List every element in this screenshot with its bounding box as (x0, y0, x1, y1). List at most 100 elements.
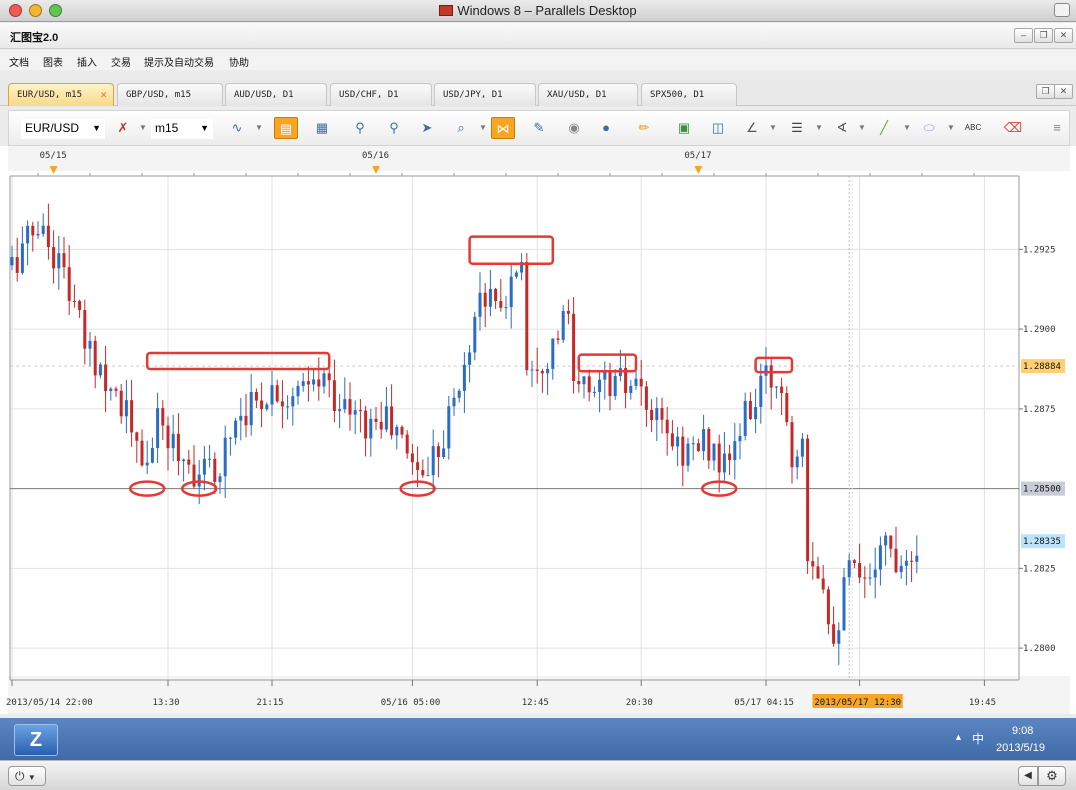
timeframe-select[interactable]: m15 ▼ (151, 119, 213, 139)
menu-help[interactable]: 协助 (229, 54, 249, 69)
candle-body (525, 261, 529, 371)
ellipse-icon[interactable]: ⬭ (917, 117, 941, 139)
bar-chart-icon[interactable]: ▤ (274, 117, 298, 139)
menu-document[interactable]: 文档 (9, 54, 29, 69)
magnifier-icon[interactable]: ⌕ (449, 117, 473, 139)
crosshair-icon[interactable]: ⋈ (491, 117, 515, 139)
tab-label: AUD/USD, D1 (234, 90, 294, 100)
date-label: 05/15 (40, 151, 67, 161)
candle-body (213, 458, 217, 483)
app-restore-button[interactable]: ❐ (1034, 28, 1053, 43)
chevron-down-icon[interactable]: ▼ (947, 123, 955, 132)
tray-expand-icon[interactable]: ▲ (954, 732, 963, 742)
candle-body (650, 409, 654, 421)
power-button[interactable]: ⏻ ▼ (8, 766, 46, 786)
power-icon: ⏻ (15, 769, 25, 783)
clock-date[interactable]: 2013/5/19 (996, 742, 1045, 754)
image-icon[interactable]: ▣ (672, 117, 696, 139)
app-title: 汇图宝2.0 (10, 32, 59, 44)
settings-button[interactable]: ⚙ (1038, 766, 1066, 786)
tab-audusd[interactable]: AUD/USD, D1 (225, 83, 327, 106)
ime-indicator[interactable]: 中 (972, 730, 984, 747)
candle-body (400, 426, 404, 435)
chevron-down-icon[interactable]: ▼ (139, 123, 147, 132)
eye-icon[interactable]: ◉ (562, 117, 586, 139)
text-icon[interactable]: ABC (961, 117, 985, 139)
candle-body (10, 257, 14, 266)
tab-usdchf[interactable]: USD/CHF, D1 (330, 83, 432, 106)
time-axis-strip (8, 676, 1070, 714)
tabs-restore-button[interactable]: ❐ (1036, 84, 1055, 99)
candle-body (717, 443, 721, 473)
chevron-down-icon[interactable]: ▼ (858, 123, 866, 132)
screenshot-icon[interactable]: ◫ (706, 117, 730, 139)
tab-usdjpy[interactable]: USD/JPY, D1 (434, 83, 536, 106)
line-chart-icon[interactable]: ∿ (225, 117, 249, 139)
candle-body (31, 225, 35, 236)
tab-eurusd[interactable]: EUR/USD, m15 ✕ (8, 83, 114, 106)
eraser-icon[interactable]: ⌫ (1001, 117, 1025, 139)
candle-body (447, 406, 451, 449)
chevron-down-icon[interactable]: ▼ (255, 123, 263, 132)
link-icon[interactable]: ✗ (111, 117, 135, 139)
price-chart[interactable]: 05/15 05/16 05/17 1.2925 1.2900 1.2875 1.2825… (0, 146, 1076, 714)
candle-body (161, 408, 165, 426)
candle-body (270, 385, 274, 405)
candle-body (603, 371, 607, 380)
candle-body (275, 385, 279, 402)
symbol-select[interactable]: EUR/USD ▼ (21, 119, 105, 139)
candle-body (452, 397, 456, 407)
tabs-close-button[interactable]: ✕ (1054, 84, 1073, 99)
candle-body (535, 369, 539, 371)
candle-body (504, 307, 508, 309)
indicator-icon[interactable]: ∠ (740, 117, 764, 139)
edit-icon[interactable]: ✎ (527, 117, 551, 139)
pencil-icon[interactable]: ╱ (872, 117, 896, 139)
ruler-icon[interactable]: ✏ (632, 117, 656, 139)
globe-icon[interactable]: ● (594, 117, 618, 139)
zoom-in-icon[interactable]: ⚲ (348, 117, 372, 139)
more-icon[interactable]: ≡ (1045, 117, 1069, 139)
app-close-button[interactable]: ✕ (1054, 28, 1073, 43)
candle-body (176, 433, 180, 462)
cursor-icon[interactable]: ➤ (415, 117, 439, 139)
fullscreen-button[interactable] (1054, 3, 1070, 17)
candle-body (442, 448, 446, 458)
candle-body (884, 535, 888, 546)
candle-body (140, 440, 144, 466)
candle-body (150, 448, 154, 463)
chevron-down-icon[interactable]: ▼ (479, 123, 487, 132)
chevron-down-icon[interactable]: ▼ (769, 123, 777, 132)
fan-icon[interactable]: ∢ (830, 117, 854, 139)
menu-insert[interactable]: 插入 (77, 54, 97, 69)
tab-spx500[interactable]: SPX500, D1 (641, 83, 737, 106)
chevron-down-icon[interactable]: ▼ (903, 123, 911, 132)
candle-body (696, 443, 700, 452)
tab-gbpusd[interactable]: GBP/USD, m15 (117, 83, 223, 106)
app-launcher-button[interactable]: Z (14, 724, 58, 756)
candle-body (208, 458, 212, 460)
app-minimize-button[interactable]: – (1014, 28, 1033, 43)
candle-body (416, 462, 420, 471)
candle-body (234, 420, 238, 438)
chart-toolbar: EUR/USD ▼ ✗ ▼ m15 ▼ ∿ ▼ ▤ ▦ ⚲ ⚲ ➤ ⌕ ▼ ⋈ ✎ … (8, 110, 1070, 146)
menu-alerts[interactable]: 提示及自动交易 (144, 54, 214, 69)
back-button[interactable]: ◀ (1018, 766, 1038, 786)
zoom-out-icon[interactable]: ⚲ (382, 117, 406, 139)
time-tick-label: 05/17 04:15 (734, 698, 794, 708)
menu-chart[interactable]: 图表 (43, 54, 63, 69)
candle-body (639, 378, 643, 387)
lines-icon[interactable]: ☰ (785, 117, 809, 139)
candle-chart-icon[interactable]: ▦ (310, 117, 334, 139)
tab-close-icon[interactable]: ✕ (100, 88, 107, 101)
candle-body (379, 421, 383, 430)
parallels-icon (439, 5, 454, 16)
candle-body (665, 419, 669, 434)
chevron-down-icon[interactable]: ▼ (815, 123, 823, 132)
candle-body (306, 381, 310, 385)
clock-time[interactable]: 9:08 (1012, 725, 1033, 737)
date-strip (8, 146, 1070, 171)
candle-body (691, 443, 695, 445)
tab-xauusd[interactable]: XAU/USD, D1 (538, 83, 638, 106)
menu-trade[interactable]: 交易 (111, 54, 131, 69)
